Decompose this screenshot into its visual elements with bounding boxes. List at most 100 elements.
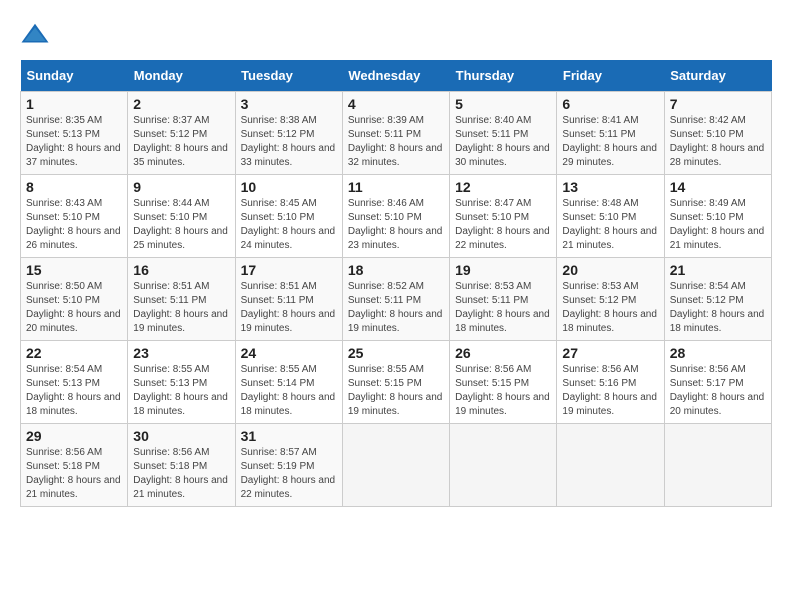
- day-info: Sunrise: 8:53 AMSunset: 5:12 PMDaylight:…: [562, 281, 657, 334]
- day-number: 7: [670, 96, 766, 112]
- day-cell: 12 Sunrise: 8:47 AMSunset: 5:10 PMDaylig…: [450, 175, 557, 258]
- day-info: Sunrise: 8:37 AMSunset: 5:12 PMDaylight:…: [133, 115, 228, 168]
- day-cell: 26 Sunrise: 8:56 AMSunset: 5:15 PMDaylig…: [450, 341, 557, 424]
- day-number: 16: [133, 262, 229, 278]
- day-number: 10: [241, 179, 337, 195]
- day-cell: 21 Sunrise: 8:54 AMSunset: 5:12 PMDaylig…: [664, 258, 771, 341]
- day-cell: 14 Sunrise: 8:49 AMSunset: 5:10 PMDaylig…: [664, 175, 771, 258]
- day-cell: 4 Sunrise: 8:39 AMSunset: 5:11 PMDayligh…: [342, 92, 449, 175]
- day-number: 4: [348, 96, 444, 112]
- day-cell: 30 Sunrise: 8:56 AMSunset: 5:18 PMDaylig…: [128, 424, 235, 507]
- day-cell: 11 Sunrise: 8:46 AMSunset: 5:10 PMDaylig…: [342, 175, 449, 258]
- day-info: Sunrise: 8:55 AMSunset: 5:13 PMDaylight:…: [133, 364, 228, 417]
- day-cell: 31 Sunrise: 8:57 AMSunset: 5:19 PMDaylig…: [235, 424, 342, 507]
- day-number: 30: [133, 428, 229, 444]
- day-number: 22: [26, 345, 122, 361]
- day-info: Sunrise: 8:56 AMSunset: 5:18 PMDaylight:…: [26, 447, 121, 500]
- day-number: 20: [562, 262, 658, 278]
- day-number: 9: [133, 179, 229, 195]
- day-number: 13: [562, 179, 658, 195]
- day-cell: [557, 424, 664, 507]
- column-header-friday: Friday: [557, 60, 664, 92]
- day-info: Sunrise: 8:56 AMSunset: 5:16 PMDaylight:…: [562, 364, 657, 417]
- day-number: 21: [670, 262, 766, 278]
- day-info: Sunrise: 8:57 AMSunset: 5:19 PMDaylight:…: [241, 447, 336, 500]
- day-cell: 22 Sunrise: 8:54 AMSunset: 5:13 PMDaylig…: [21, 341, 128, 424]
- day-cell: [342, 424, 449, 507]
- day-number: 11: [348, 179, 444, 195]
- week-row-5: 29 Sunrise: 8:56 AMSunset: 5:18 PMDaylig…: [21, 424, 772, 507]
- day-cell: 10 Sunrise: 8:45 AMSunset: 5:10 PMDaylig…: [235, 175, 342, 258]
- day-info: Sunrise: 8:51 AMSunset: 5:11 PMDaylight:…: [133, 281, 228, 334]
- week-row-3: 15 Sunrise: 8:50 AMSunset: 5:10 PMDaylig…: [21, 258, 772, 341]
- day-number: 5: [455, 96, 551, 112]
- week-row-1: 1 Sunrise: 8:35 AMSunset: 5:13 PMDayligh…: [21, 92, 772, 175]
- day-cell: [664, 424, 771, 507]
- day-info: Sunrise: 8:56 AMSunset: 5:15 PMDaylight:…: [455, 364, 550, 417]
- day-cell: 18 Sunrise: 8:52 AMSunset: 5:11 PMDaylig…: [342, 258, 449, 341]
- day-cell: 5 Sunrise: 8:40 AMSunset: 5:11 PMDayligh…: [450, 92, 557, 175]
- day-number: 23: [133, 345, 229, 361]
- day-number: 15: [26, 262, 122, 278]
- day-cell: 29 Sunrise: 8:56 AMSunset: 5:18 PMDaylig…: [21, 424, 128, 507]
- day-info: Sunrise: 8:54 AMSunset: 5:13 PMDaylight:…: [26, 364, 121, 417]
- day-info: Sunrise: 8:49 AMSunset: 5:10 PMDaylight:…: [670, 198, 765, 251]
- day-cell: 24 Sunrise: 8:55 AMSunset: 5:14 PMDaylig…: [235, 341, 342, 424]
- day-number: 27: [562, 345, 658, 361]
- day-info: Sunrise: 8:42 AMSunset: 5:10 PMDaylight:…: [670, 115, 765, 168]
- day-number: 28: [670, 345, 766, 361]
- day-number: 3: [241, 96, 337, 112]
- day-cell: 2 Sunrise: 8:37 AMSunset: 5:12 PMDayligh…: [128, 92, 235, 175]
- day-info: Sunrise: 8:56 AMSunset: 5:18 PMDaylight:…: [133, 447, 228, 500]
- week-row-4: 22 Sunrise: 8:54 AMSunset: 5:13 PMDaylig…: [21, 341, 772, 424]
- day-info: Sunrise: 8:44 AMSunset: 5:10 PMDaylight:…: [133, 198, 228, 251]
- column-header-sunday: Sunday: [21, 60, 128, 92]
- week-row-2: 8 Sunrise: 8:43 AMSunset: 5:10 PMDayligh…: [21, 175, 772, 258]
- day-cell: 20 Sunrise: 8:53 AMSunset: 5:12 PMDaylig…: [557, 258, 664, 341]
- day-cell: [450, 424, 557, 507]
- day-info: Sunrise: 8:48 AMSunset: 5:10 PMDaylight:…: [562, 198, 657, 251]
- day-info: Sunrise: 8:52 AMSunset: 5:11 PMDaylight:…: [348, 281, 443, 334]
- day-number: 29: [26, 428, 122, 444]
- day-cell: 27 Sunrise: 8:56 AMSunset: 5:16 PMDaylig…: [557, 341, 664, 424]
- day-cell: 17 Sunrise: 8:51 AMSunset: 5:11 PMDaylig…: [235, 258, 342, 341]
- day-number: 2: [133, 96, 229, 112]
- day-cell: 13 Sunrise: 8:48 AMSunset: 5:10 PMDaylig…: [557, 175, 664, 258]
- day-number: 17: [241, 262, 337, 278]
- day-info: Sunrise: 8:56 AMSunset: 5:17 PMDaylight:…: [670, 364, 765, 417]
- day-number: 1: [26, 96, 122, 112]
- day-cell: 23 Sunrise: 8:55 AMSunset: 5:13 PMDaylig…: [128, 341, 235, 424]
- day-number: 14: [670, 179, 766, 195]
- day-number: 26: [455, 345, 551, 361]
- day-info: Sunrise: 8:55 AMSunset: 5:14 PMDaylight:…: [241, 364, 336, 417]
- day-info: Sunrise: 8:41 AMSunset: 5:11 PMDaylight:…: [562, 115, 657, 168]
- header-row: SundayMondayTuesdayWednesdayThursdayFrid…: [21, 60, 772, 92]
- day-number: 12: [455, 179, 551, 195]
- day-cell: 9 Sunrise: 8:44 AMSunset: 5:10 PMDayligh…: [128, 175, 235, 258]
- logo-icon: [20, 20, 50, 50]
- day-number: 6: [562, 96, 658, 112]
- day-info: Sunrise: 8:46 AMSunset: 5:10 PMDaylight:…: [348, 198, 443, 251]
- day-info: Sunrise: 8:45 AMSunset: 5:10 PMDaylight:…: [241, 198, 336, 251]
- day-info: Sunrise: 8:40 AMSunset: 5:11 PMDaylight:…: [455, 115, 550, 168]
- day-number: 31: [241, 428, 337, 444]
- day-cell: 7 Sunrise: 8:42 AMSunset: 5:10 PMDayligh…: [664, 92, 771, 175]
- logo: [20, 20, 54, 50]
- day-cell: 28 Sunrise: 8:56 AMSunset: 5:17 PMDaylig…: [664, 341, 771, 424]
- day-number: 25: [348, 345, 444, 361]
- day-cell: 19 Sunrise: 8:53 AMSunset: 5:11 PMDaylig…: [450, 258, 557, 341]
- calendar-table: SundayMondayTuesdayWednesdayThursdayFrid…: [20, 60, 772, 507]
- day-cell: 1 Sunrise: 8:35 AMSunset: 5:13 PMDayligh…: [21, 92, 128, 175]
- column-header-saturday: Saturday: [664, 60, 771, 92]
- column-header-tuesday: Tuesday: [235, 60, 342, 92]
- day-number: 8: [26, 179, 122, 195]
- day-info: Sunrise: 8:54 AMSunset: 5:12 PMDaylight:…: [670, 281, 765, 334]
- day-info: Sunrise: 8:50 AMSunset: 5:10 PMDaylight:…: [26, 281, 121, 334]
- day-info: Sunrise: 8:51 AMSunset: 5:11 PMDaylight:…: [241, 281, 336, 334]
- day-cell: 15 Sunrise: 8:50 AMSunset: 5:10 PMDaylig…: [21, 258, 128, 341]
- day-info: Sunrise: 8:53 AMSunset: 5:11 PMDaylight:…: [455, 281, 550, 334]
- day-cell: 25 Sunrise: 8:55 AMSunset: 5:15 PMDaylig…: [342, 341, 449, 424]
- column-header-thursday: Thursday: [450, 60, 557, 92]
- day-info: Sunrise: 8:39 AMSunset: 5:11 PMDaylight:…: [348, 115, 443, 168]
- day-cell: 16 Sunrise: 8:51 AMSunset: 5:11 PMDaylig…: [128, 258, 235, 341]
